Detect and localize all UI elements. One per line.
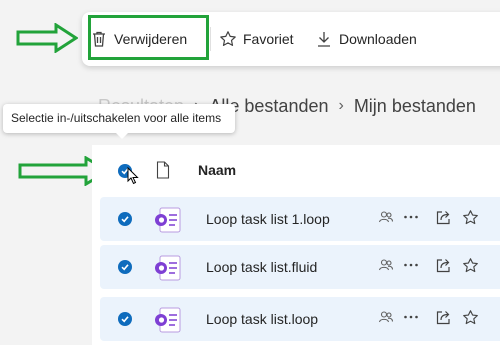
share-icon[interactable] (435, 257, 452, 274)
file-name[interactable]: Loop task list.fluid (206, 259, 317, 275)
toolbar-divider (210, 27, 211, 51)
loop-icon (155, 255, 181, 281)
people-icon (378, 311, 394, 323)
loop-icon (155, 207, 181, 233)
favorite-button-label: Favoriet (243, 31, 294, 47)
file-name[interactable]: Loop task list.loop (206, 311, 318, 327)
file-name[interactable]: Loop task list 1.loop (206, 211, 330, 227)
column-header-name[interactable]: Naam (198, 162, 236, 178)
loop-icon (155, 307, 181, 333)
chevron-right-icon: › (338, 97, 344, 114)
cursor-icon (127, 167, 139, 185)
breadcrumb-item-my-files[interactable]: Mijn bestanden (354, 96, 476, 117)
file-icon (156, 161, 170, 179)
table-row[interactable]: Loop task list.fluid (100, 245, 500, 289)
more-icon[interactable] (403, 209, 419, 225)
row-checkbox[interactable] (118, 212, 132, 226)
star-icon (220, 31, 236, 46)
annotation-highlight-box (88, 15, 209, 60)
annotation-arrow-top (16, 23, 78, 53)
file-list: Naam Loop task list 1.loop Loop task lis… (92, 145, 500, 345)
share-icon[interactable] (435, 309, 452, 326)
favorite-star-icon[interactable] (462, 257, 479, 274)
select-all-tooltip: Selectie in-/uitschakelen voor alle item… (3, 104, 235, 133)
table-row[interactable]: Loop task list.loop (100, 297, 500, 341)
tooltip-tail (115, 132, 129, 139)
favorite-button[interactable]: Favoriet (219, 12, 294, 66)
check-icon (121, 216, 129, 223)
favorite-star-icon[interactable] (462, 309, 479, 326)
row-checkbox[interactable] (118, 260, 132, 274)
check-icon (121, 316, 129, 323)
check-icon (121, 264, 129, 271)
more-icon[interactable] (403, 309, 419, 325)
share-icon[interactable] (435, 209, 452, 226)
people-icon (378, 259, 394, 271)
download-icon (318, 32, 330, 47)
people-icon (378, 211, 394, 223)
more-icon[interactable] (403, 257, 419, 273)
table-row[interactable]: Loop task list 1.loop (100, 197, 500, 241)
download-button[interactable]: Downloaden (315, 12, 417, 66)
download-button-label: Downloaden (339, 31, 417, 47)
favorite-star-icon[interactable] (462, 209, 479, 226)
list-header: Naam (92, 145, 500, 195)
row-checkbox[interactable] (118, 312, 132, 326)
